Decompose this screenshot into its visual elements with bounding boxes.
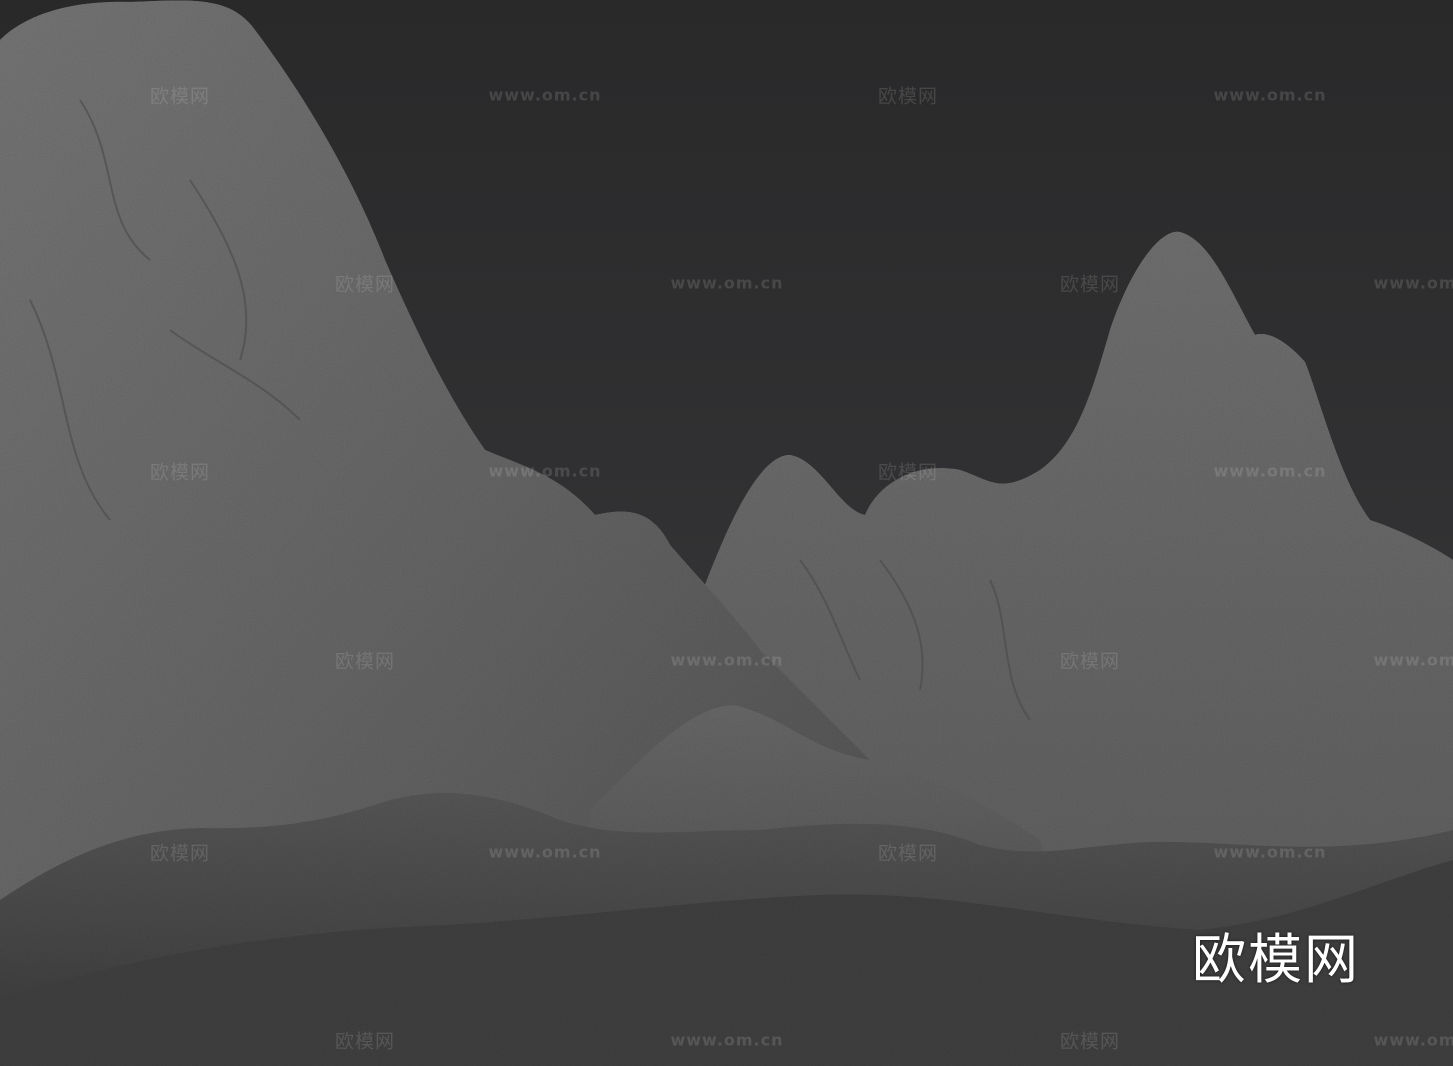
- watermark-url: www.om.cn: [670, 273, 784, 293]
- watermark-url: www.om.cn: [1213, 461, 1327, 481]
- watermark-brand: 欧模网: [877, 85, 939, 108]
- watermark-url: www.om.cn: [670, 650, 784, 670]
- watermark-brand: 欧模网: [334, 650, 396, 673]
- watermark-url: www.om.cn: [1373, 650, 1453, 670]
- brand-logo: 欧模网: [1192, 928, 1360, 991]
- watermark-brand: 欧模网: [149, 85, 211, 108]
- watermark-url: www.om.cn: [1373, 273, 1453, 293]
- watermark-url: www.om.cn: [488, 842, 602, 862]
- rock-landscape: [0, 0, 1453, 1066]
- watermark-brand: 欧模网: [149, 842, 211, 865]
- watermark-url: www.om.cn: [1213, 85, 1327, 105]
- watermark-url: www.om.cn: [670, 1030, 784, 1050]
- watermark-brand: 欧模网: [334, 273, 396, 296]
- watermark-brand: 欧模网: [1059, 1030, 1121, 1053]
- watermark-brand: 欧模网: [877, 842, 939, 865]
- watermark-brand: 欧模网: [1059, 650, 1121, 673]
- watermark-url: www.om.cn: [488, 85, 602, 105]
- watermark-brand: 欧模网: [877, 461, 939, 484]
- watermark-url: www.om.cn: [1213, 842, 1327, 862]
- watermark-brand: 欧模网: [149, 461, 211, 484]
- watermark-url: www.om.cn: [488, 461, 602, 481]
- rock-render-scene: 欧模网 www.om.cn 欧模网 www.om.cn 欧模网 www.om.cn 欧模网 w…: [0, 0, 1453, 1066]
- watermark-brand: 欧模网: [1059, 273, 1121, 296]
- watermark-brand: 欧模网: [334, 1030, 396, 1053]
- watermark-url: www.om.cn: [1373, 1030, 1453, 1050]
